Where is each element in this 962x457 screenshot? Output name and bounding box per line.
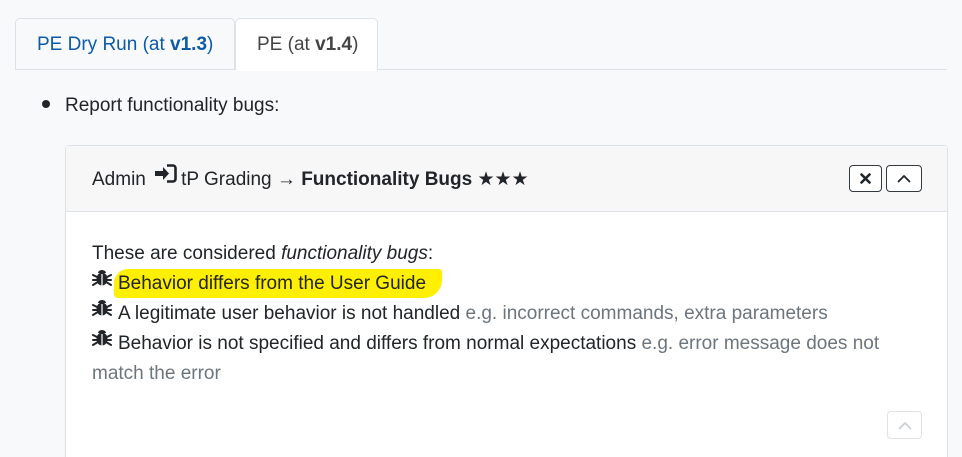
tab-pe-suffix: ) (352, 34, 359, 55)
panel-title: Admin tP Grading → Functionality Bugs ★★… (92, 164, 529, 194)
intro-suffix: : (427, 243, 434, 264)
bullet-dot (42, 99, 50, 108)
collapse-button[interactable] (886, 165, 922, 192)
tab-pe-version: v1.4 (315, 34, 353, 55)
close-button[interactable] (849, 165, 882, 192)
tab-pe[interactable]: PE (at v1.4) (235, 18, 378, 71)
bug-item-3-main: Behavior is not specified and differs fr… (118, 333, 637, 355)
bug-icon (92, 327, 112, 357)
sign-in-icon (155, 164, 177, 192)
intro-emphasis: functionality bugs (281, 243, 428, 264)
title-mid: tP Grading → (181, 169, 302, 191)
intro-prefix: These are considered (92, 243, 282, 264)
tab-pe-dry-run[interactable]: PE Dry Run (at v1.3) (15, 18, 235, 70)
bug-item-1: Behavior differs from the User Guide (92, 269, 932, 299)
bullet-item: Report functionality bugs: (42, 92, 279, 120)
intro-line: These are considered functionality bugs: (92, 239, 932, 269)
tab-pe-dry-run-prefix: PE Dry Run (at (37, 34, 171, 55)
bug-item-2-main: A legitimate user behavior is not handle… (118, 303, 461, 325)
highlighted-text: Behavior differs from the User Guide (114, 269, 443, 299)
title-admin: Admin (92, 169, 146, 191)
chevron-up-icon (897, 175, 911, 183)
bug-item-2: A legitimate user behavior is not handle… (92, 299, 932, 329)
star-rating: ★★★ (477, 169, 529, 191)
panel-body: These are considered functionality bugs:… (92, 239, 932, 389)
tab-pe-dry-run-suffix: ) (207, 34, 214, 55)
bug-icon (92, 297, 112, 327)
bug-item-3: Behavior is not specified and differs fr… (92, 329, 932, 389)
bullet-text: Report functionality bugs: (65, 95, 280, 116)
functionality-bugs-panel: Admin tP Grading → Functionality Bugs ★★… (65, 145, 948, 457)
bug-item-2-note: e.g. incorrect commands, extra parameter… (465, 303, 828, 325)
bottom-collapse-button[interactable] (887, 411, 922, 439)
bug-icon (92, 267, 112, 297)
title-bold: Functionality Bugs (301, 169, 473, 191)
tab-pe-prefix: PE (at (257, 34, 316, 55)
chevron-up-icon (898, 421, 911, 429)
close-icon (860, 173, 871, 184)
tab-bar: PE Dry Run (at v1.3) PE (at v1.4) (15, 18, 947, 71)
panel-header[interactable]: Admin tP Grading → Functionality Bugs ★★… (66, 146, 947, 212)
tab-pe-dry-run-version: v1.3 (170, 34, 208, 55)
